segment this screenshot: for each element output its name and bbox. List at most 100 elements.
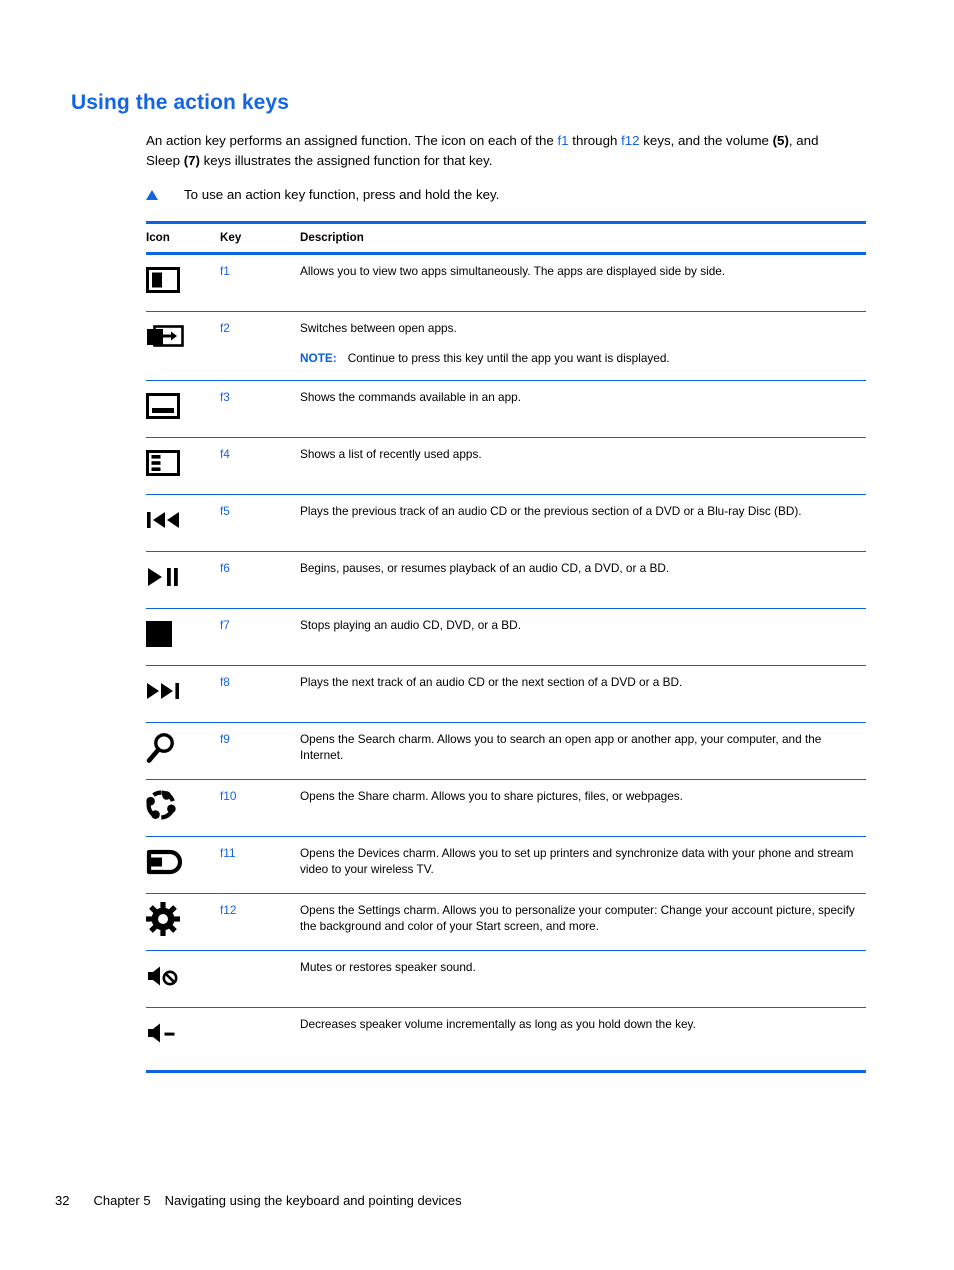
cell-key	[220, 950, 300, 1008]
share-icon	[146, 788, 220, 822]
cell-key: f11	[220, 836, 300, 894]
footer-chapter: Chapter 5	[93, 1193, 151, 1208]
note-label: NOTE:	[300, 351, 337, 365]
cell-key: f6	[220, 551, 300, 609]
column-header-key: Key	[220, 224, 300, 255]
cell-icon	[146, 836, 220, 894]
key-link-f12[interactable]: f12	[621, 133, 640, 148]
cell-key: f3	[220, 380, 300, 438]
intro-text-2: through	[568, 133, 622, 148]
cell-icon	[146, 551, 220, 609]
description-text: Begins, pauses, or resumes playback of a…	[300, 561, 670, 575]
cell-description: Begins, pauses, or resumes playback of a…	[300, 551, 866, 609]
cell-icon	[146, 1007, 220, 1073]
description-text: Opens the Share charm. Allows you to sha…	[300, 789, 683, 803]
action-keys-table: Icon Key Description f1 Allows you to vie…	[146, 221, 866, 1073]
cell-icon	[146, 494, 220, 552]
split-screen-icon	[146, 263, 220, 297]
table-row: f5 Plays the previous track of an audio C…	[146, 494, 866, 552]
devices-icon	[146, 845, 220, 879]
description-text: Switches between open apps.	[300, 321, 457, 335]
table-row: f2 Switches between open apps. NOTE: Contin…	[146, 311, 866, 381]
cell-description: Opens the Share charm. Allows you to sha…	[300, 779, 866, 837]
table-row: f7 Stops playing an audio CD, DVD, or a B…	[146, 608, 866, 666]
search-icon	[146, 731, 220, 765]
cell-key: f9	[220, 722, 300, 780]
table-row: f6 Begins, pauses, or resumes playback of…	[146, 551, 866, 609]
key-link-f1[interactable]: f1	[557, 133, 568, 148]
triangle-bullet-icon	[146, 190, 158, 200]
page-title: Using the action keys	[71, 91, 289, 114]
play-pause-icon	[146, 560, 220, 594]
column-header-icon: Icon	[146, 224, 220, 255]
cell-key: f10	[220, 779, 300, 837]
cell-icon	[146, 437, 220, 495]
cell-description: Stops playing an audio CD, DVD, or a BD.	[300, 608, 866, 666]
cell-description: Decreases speaker volume incrementally a…	[300, 1007, 866, 1073]
column-header-description: Description	[300, 224, 866, 255]
cell-key	[220, 1007, 300, 1073]
intro-text-5: keys illustrates the assigned function f…	[199, 153, 493, 168]
cell-description: Allows you to view two apps simultaneous…	[300, 253, 866, 312]
recent-apps-icon	[146, 446, 220, 480]
cell-key: f8	[220, 665, 300, 723]
cell-key: f2	[220, 311, 300, 381]
cell-icon	[146, 608, 220, 666]
intro-text-3: keys, and the volume	[639, 133, 773, 148]
description-text: Shows the commands available in an app.	[300, 390, 521, 404]
description-text: Plays the next track of an audio CD or t…	[300, 675, 683, 689]
next-track-icon	[146, 674, 220, 708]
table-header: Icon Key Description	[146, 221, 866, 255]
table-row: f1 Allows you to view two apps simultaneo…	[146, 253, 866, 312]
description-text: Opens the Search charm. Allows you to se…	[300, 732, 822, 762]
cell-icon	[146, 779, 220, 837]
description-text: Decreases speaker volume incrementally a…	[300, 1017, 696, 1031]
table-row: f12 Opens the Settings charm. Allows you …	[146, 893, 866, 951]
document-page: Using the action keys An action key perf…	[0, 0, 954, 1270]
app-commands-icon	[146, 389, 220, 423]
table-row: f3 Shows the commands available in an app…	[146, 380, 866, 438]
cell-description: Mutes or restores speaker sound.	[300, 950, 866, 1008]
cell-description: Shows the commands available in an app.	[300, 380, 866, 438]
description-text: Allows you to view two apps simultaneous…	[300, 264, 726, 278]
table-row: f8 Plays the next track of an audio CD or…	[146, 665, 866, 723]
cell-key: f12	[220, 893, 300, 951]
switch-apps-icon	[146, 320, 220, 354]
table-row: f10 Opens the Share charm. Allows you to …	[146, 779, 866, 837]
cell-icon	[146, 950, 220, 1008]
intro-paragraph: An action key performs an assigned funct…	[146, 131, 846, 171]
table-row: f4 Shows a list of recently used apps.	[146, 437, 866, 495]
table-row: f11 Opens the Devices charm. Allows you t…	[146, 836, 866, 894]
description-text: Stops playing an audio CD, DVD, or a BD.	[300, 618, 521, 632]
cell-icon	[146, 665, 220, 723]
note-block: NOTE: Continue to press this key until th…	[300, 350, 866, 366]
table-body: f1 Allows you to view two apps simultaneo…	[146, 253, 866, 1073]
footer-chapter-title: Navigating using the keyboard and pointi…	[164, 1193, 462, 1208]
cell-description: Switches between open apps. NOTE: Continue…	[300, 311, 866, 381]
description-text: Shows a list of recently used apps.	[300, 447, 482, 461]
volume-down-icon	[146, 1016, 220, 1050]
cell-description: Shows a list of recently used apps.	[300, 437, 866, 495]
cell-icon	[146, 722, 220, 780]
description-text: Opens the Settings charm. Allows you to …	[300, 903, 855, 933]
intro-ref-7: (7)	[183, 153, 200, 168]
cell-icon	[146, 253, 220, 312]
table-row: Mutes or restores speaker sound.	[146, 950, 866, 1008]
description-text: Plays the previous track of an audio CD …	[300, 504, 802, 518]
table-row: f9 Opens the Search charm. Allows you to …	[146, 722, 866, 780]
footer-page-number: 32	[55, 1193, 70, 1208]
cell-description: Opens the Devices charm. Allows you to s…	[300, 836, 866, 894]
table-header-row: Icon Key Description	[146, 224, 866, 255]
bullet-instruction-text: To use an action key function, press and…	[184, 187, 500, 202]
cell-key: f5	[220, 494, 300, 552]
intro-ref-5: (5)	[772, 133, 789, 148]
cell-description: Opens the Search charm. Allows you to se…	[300, 722, 866, 780]
cell-key: f7	[220, 608, 300, 666]
intro-text-1: An action key performs an assigned funct…	[146, 133, 558, 148]
note-text: Continue to press this key until the app…	[347, 351, 670, 365]
previous-track-icon	[146, 503, 220, 537]
cell-icon	[146, 311, 220, 381]
cell-icon	[146, 893, 220, 951]
cell-description: Opens the Settings charm. Allows you to …	[300, 893, 866, 951]
description-text: Mutes or restores speaker sound.	[300, 960, 476, 974]
